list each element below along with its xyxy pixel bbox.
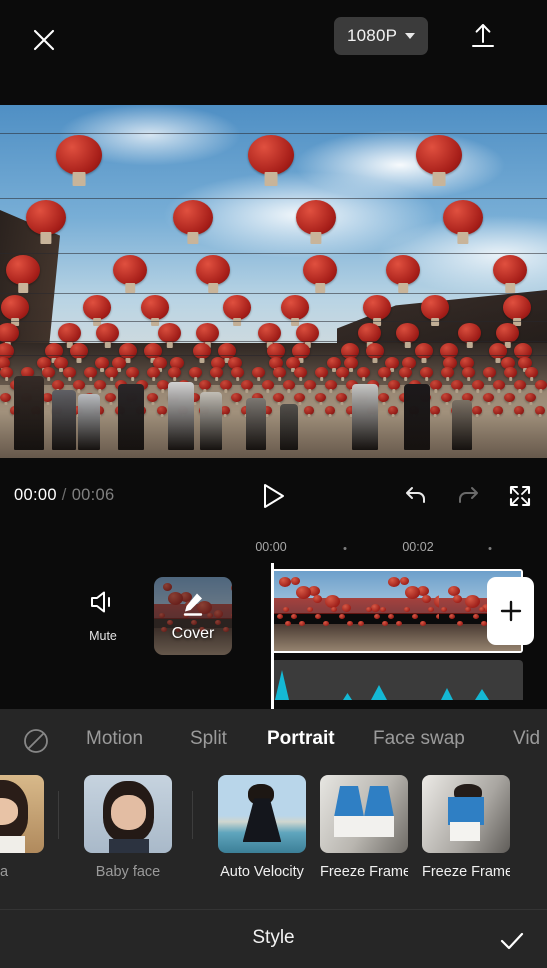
effect-thumbnail [218, 775, 306, 853]
upload-icon [472, 24, 494, 47]
speaker-mute-icon [91, 591, 110, 613]
play-button[interactable] [257, 479, 291, 513]
time-separator: / [61, 486, 67, 504]
resolution-label: 1080P [347, 26, 398, 45]
clip-thumbnail [355, 571, 439, 651]
effect-label: ga [0, 864, 9, 880]
effect-divider [58, 791, 59, 839]
fullscreen-icon [509, 485, 531, 506]
close-button[interactable] [26, 22, 62, 58]
video-clip-track[interactable] [271, 569, 523, 653]
effect-label: Freeze Frame [320, 864, 408, 880]
no-effect-icon [24, 729, 48, 753]
ruler-label: 00:02 [402, 540, 434, 554]
cover-button[interactable]: Cover [154, 577, 232, 655]
waveform-peak [343, 693, 352, 700]
chevron-down-icon [405, 33, 416, 39]
tab-motion[interactable]: Motion [86, 709, 143, 769]
effect-divider [192, 791, 193, 839]
clip-thumbnail [273, 571, 355, 651]
pencil-edit-icon [183, 593, 203, 616]
play-icon [263, 483, 284, 508]
effect-item[interactable]: ga [0, 775, 44, 880]
effect-label: Auto Velocity [220, 864, 304, 880]
mute-button[interactable]: Mute [80, 589, 126, 643]
tab-portrait[interactable]: Portrait [267, 709, 335, 769]
undo-button[interactable] [403, 483, 429, 509]
check-icon [500, 932, 524, 950]
waveform-peak [475, 689, 489, 700]
no-effect-button[interactable] [22, 727, 50, 755]
tab-split[interactable]: Split [190, 709, 227, 769]
total-time: 00:06 [71, 486, 115, 504]
plus-icon [500, 600, 521, 622]
playback-actions [403, 483, 533, 509]
timeline-ruler[interactable]: 00:00 00:02 [0, 533, 547, 563]
ruler-tick [488, 547, 492, 550]
effect-thumbnail [0, 775, 44, 853]
audio-track[interactable] [271, 660, 523, 700]
effect-item[interactable]: Freeze Frame [320, 775, 408, 880]
effect-thumbnail [84, 775, 172, 853]
effect-tabs[interactable]: Motion Split Portrait Face swap Vid [0, 709, 547, 769]
resolution-selector[interactable]: 1080P [334, 17, 429, 55]
effect-thumbnail [422, 775, 510, 853]
fullscreen-button[interactable] [507, 483, 533, 509]
close-icon [33, 29, 55, 51]
top-bar: 1080P [0, 0, 547, 105]
effect-item[interactable]: Auto Velocity [218, 775, 306, 880]
timeline-clip[interactable] [271, 569, 355, 653]
effect-label: Freeze Frame [422, 864, 510, 880]
video-preview[interactable] [0, 105, 547, 458]
ruler-label: 00:00 [255, 540, 287, 554]
redo-button[interactable] [455, 483, 481, 509]
timeline-left-controls: Mute Cover [0, 567, 271, 677]
tab-vid[interactable]: Vid [513, 709, 540, 769]
undo-icon [406, 486, 425, 503]
effect-panel: Motion Split Portrait Face swap Vid ga Baby f… [0, 709, 547, 968]
panel-footer: Style [0, 910, 547, 968]
waveform-peak [275, 670, 289, 700]
ruler-tick [343, 547, 347, 550]
cover-label: Cover [171, 625, 215, 642]
playback-bar: 00:00/00:06 [0, 458, 547, 533]
effect-item[interactable]: Freeze Frame [422, 775, 510, 880]
add-clip-button[interactable] [487, 577, 534, 645]
preview-vignette [0, 105, 547, 458]
timeline-clip[interactable] [355, 569, 439, 653]
timeline[interactable]: 00:00 00:02 Mute Cover [0, 533, 547, 709]
playhead[interactable] [271, 563, 274, 709]
redo-icon [459, 486, 478, 503]
current-time: 00:00 [14, 486, 57, 504]
panel-title: Style [252, 927, 295, 948]
effect-list[interactable]: ga Baby face Auto Velocity Freeze Frame Free… [0, 769, 547, 909]
confirm-button[interactable] [497, 926, 527, 956]
effect-item[interactable]: Baby face [84, 775, 172, 880]
waveform-peak [441, 688, 453, 700]
export-button[interactable] [465, 18, 501, 54]
preview-image [0, 105, 547, 458]
tab-face-swap[interactable]: Face swap [373, 709, 465, 769]
effect-label: Baby face [95, 864, 161, 880]
effect-thumbnail [320, 775, 408, 853]
mute-label: Mute [89, 629, 117, 643]
timecode: 00:00/00:06 [14, 486, 114, 505]
waveform-peak [371, 685, 387, 700]
